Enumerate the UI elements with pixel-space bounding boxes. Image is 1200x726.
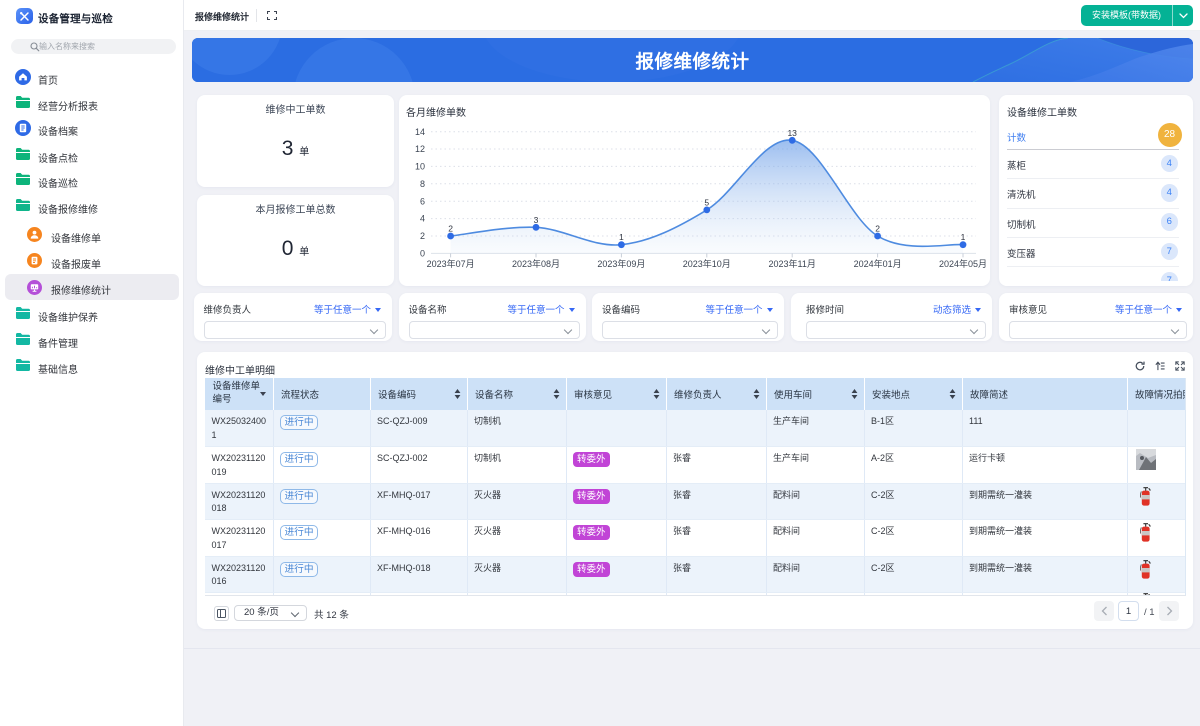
svg-text:5: 5 <box>704 197 709 207</box>
svg-text:2023年09月: 2023年09月 <box>597 258 645 269</box>
svg-text:2: 2 <box>448 224 453 234</box>
svg-text:14: 14 <box>415 127 425 137</box>
svg-text:2023年10月: 2023年10月 <box>683 258 731 269</box>
svg-text:2023年07月: 2023年07月 <box>427 258 475 269</box>
svg-text:13: 13 <box>787 128 797 138</box>
svg-text:6: 6 <box>420 196 425 206</box>
svg-text:1: 1 <box>961 232 966 242</box>
svg-text:2: 2 <box>875 224 880 234</box>
svg-text:1: 1 <box>619 232 624 242</box>
svg-text:2023年11月: 2023年11月 <box>769 258 816 269</box>
svg-text:2: 2 <box>420 231 425 241</box>
svg-text:4: 4 <box>420 214 425 224</box>
svg-text:10: 10 <box>415 162 425 172</box>
svg-text:0: 0 <box>420 249 425 259</box>
svg-text:12: 12 <box>415 144 425 154</box>
svg-text:2023年08月: 2023年08月 <box>512 258 560 269</box>
svg-text:2024年05月: 2024年05月 <box>939 258 987 269</box>
svg-text:8: 8 <box>420 179 425 189</box>
svg-text:3: 3 <box>534 215 539 225</box>
svg-text:2024年01月: 2024年01月 <box>854 258 902 269</box>
